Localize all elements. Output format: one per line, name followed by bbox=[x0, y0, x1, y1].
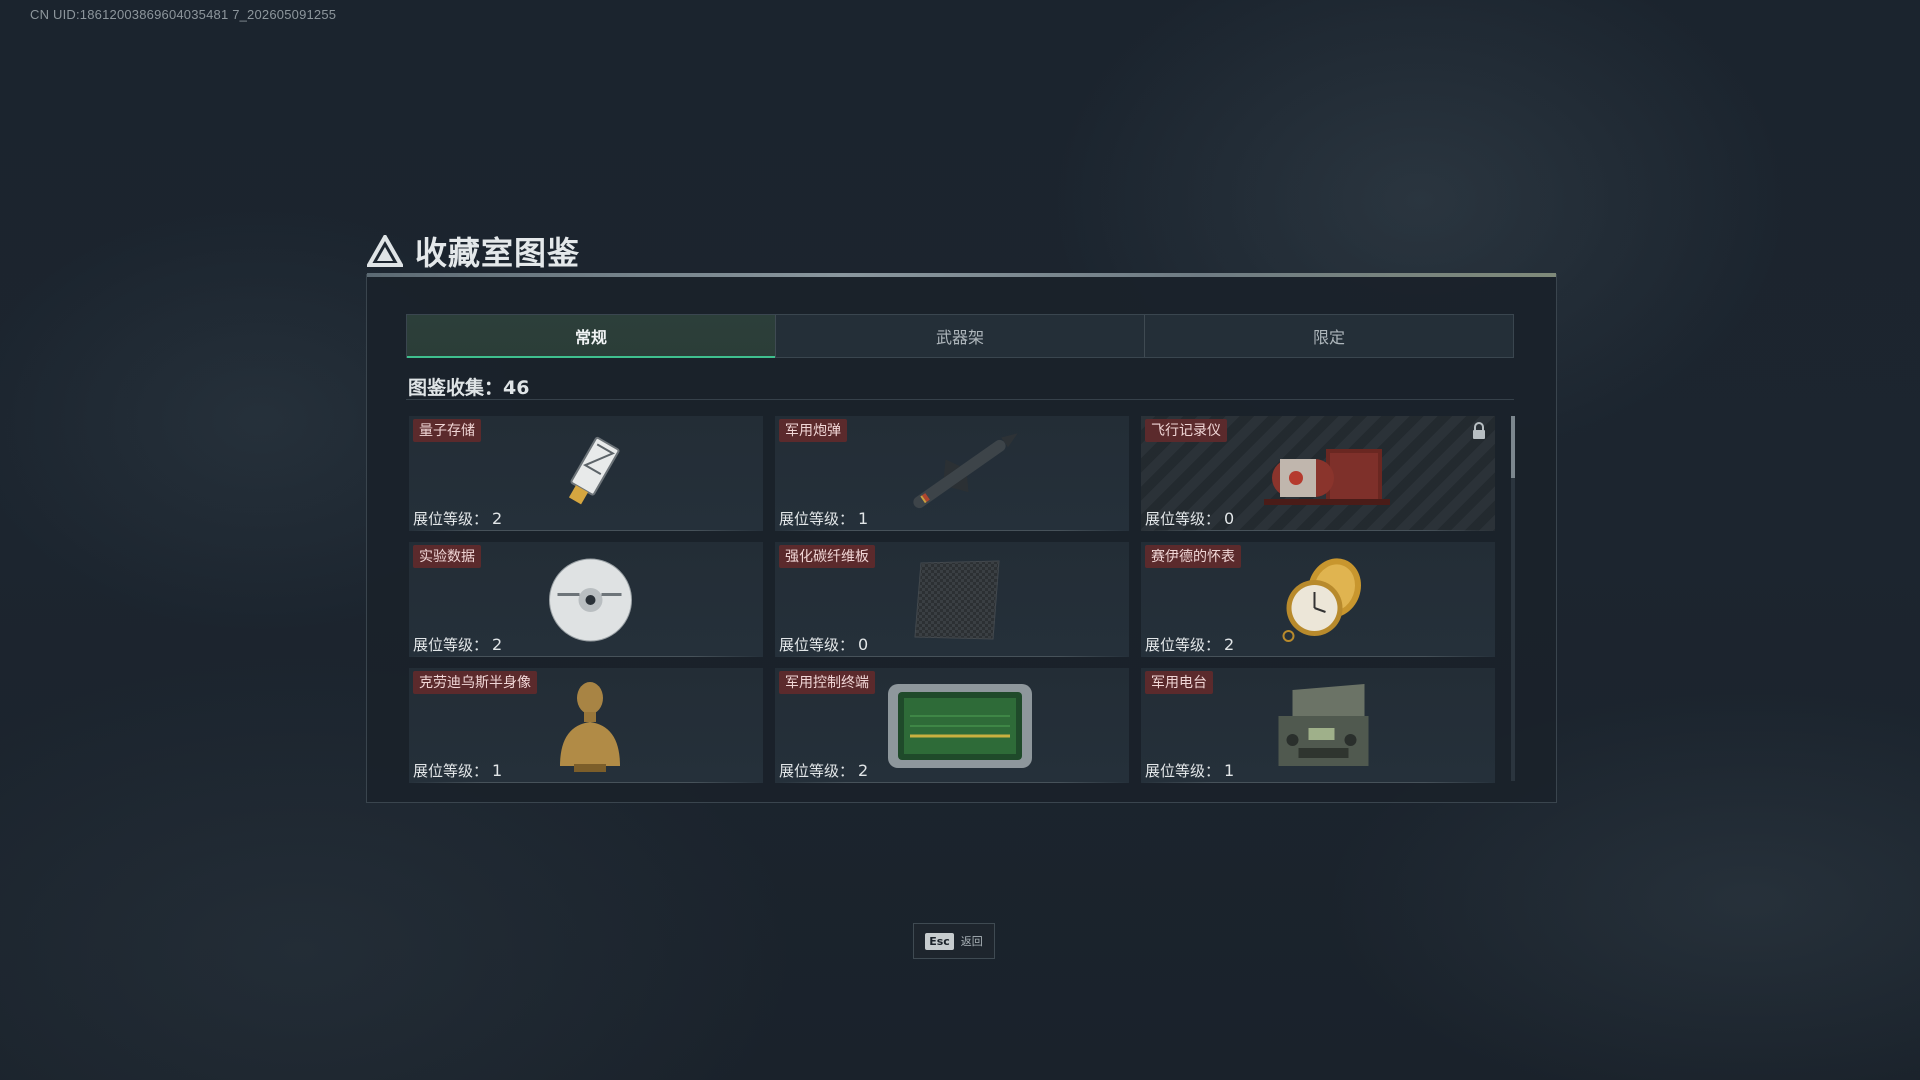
item-name: 赛伊德的怀表 bbox=[1145, 545, 1241, 568]
item-level: 展位等级： 1 bbox=[779, 508, 868, 529]
tab-limited[interactable]: 限定 bbox=[1145, 315, 1513, 357]
level-label: 展位等级： bbox=[779, 636, 855, 654]
item-level: 展位等级： 1 bbox=[413, 760, 502, 781]
level-value: 0 bbox=[858, 635, 869, 654]
page-header: 收藏室图鉴 bbox=[367, 228, 580, 274]
collection-panel: 常规 武器架 限定 图鉴收集：46 量子存储 展位等级： 2 军用炮弹 展位等级… bbox=[366, 273, 1557, 803]
item-level: 展位等级： 2 bbox=[413, 634, 502, 655]
item-name: 强化碳纤维板 bbox=[779, 545, 875, 568]
item-level: 展位等级： 0 bbox=[1145, 508, 1234, 529]
level-label: 展位等级： bbox=[1145, 762, 1221, 780]
level-label: 展位等级： bbox=[1145, 510, 1221, 528]
item-grid: 量子存储 展位等级： 2 军用炮弹 展位等级： 1 飞行记录仪 展位等级： 0 … bbox=[409, 416, 1505, 783]
level-value: 2 bbox=[492, 635, 503, 654]
item-level: 展位等级： 2 bbox=[413, 508, 502, 529]
level-label: 展位等级： bbox=[413, 636, 489, 654]
level-label: 展位等级： bbox=[1145, 636, 1221, 654]
page-title: 收藏室图鉴 bbox=[415, 234, 581, 272]
item-card[interactable]: 军用电台 展位等级： 1 bbox=[1141, 668, 1495, 783]
tab-bar: 常规 武器架 限定 bbox=[406, 314, 1514, 358]
uid-text: CN UID:18612003869604035481 7_2026050912… bbox=[30, 7, 337, 22]
level-value: 1 bbox=[1224, 761, 1235, 780]
item-card[interactable]: 赛伊德的怀表 展位等级： 2 bbox=[1141, 542, 1495, 657]
level-value: 0 bbox=[1224, 509, 1235, 528]
usb-drive-icon bbox=[568, 436, 620, 504]
item-level: 展位等级： 0 bbox=[779, 634, 868, 655]
scrollbar[interactable] bbox=[1511, 416, 1515, 781]
item-name: 飞行记录仪 bbox=[1145, 419, 1227, 442]
esc-key-hint: Esc bbox=[925, 932, 954, 950]
level-value: 2 bbox=[492, 509, 503, 528]
item-name: 量子存储 bbox=[413, 419, 481, 442]
item-card[interactable]: 军用控制终端 展位等级： 2 bbox=[775, 668, 1129, 783]
collection-count-label: 图鉴收集： bbox=[408, 377, 504, 399]
level-value: 2 bbox=[858, 761, 869, 780]
lock-icon bbox=[1473, 422, 1485, 439]
item-level: 展位等级： 2 bbox=[1145, 634, 1234, 655]
flight-recorder-icon bbox=[1264, 448, 1390, 505]
level-value: 1 bbox=[492, 761, 503, 780]
tab-weapon-rack[interactable]: 武器架 bbox=[776, 315, 1145, 357]
panel-top-border bbox=[367, 273, 1556, 277]
item-card[interactable]: 实验数据 展位等级： 2 bbox=[409, 542, 763, 657]
carbon-plate-icon bbox=[914, 559, 1000, 640]
item-name: 克劳迪乌斯半身像 bbox=[413, 671, 537, 694]
delta-triangle-icon bbox=[367, 235, 403, 267]
item-card[interactable]: 军用炮弹 展位等级： 1 bbox=[775, 416, 1129, 531]
level-label: 展位等级： bbox=[779, 510, 855, 528]
radio-icon bbox=[1278, 683, 1369, 766]
missile-icon bbox=[913, 432, 1018, 508]
level-value: 1 bbox=[858, 509, 869, 528]
item-card[interactable]: 飞行记录仪 展位等级： 0 bbox=[1141, 416, 1495, 531]
level-label: 展位等级： bbox=[779, 762, 855, 780]
item-level: 展位等级： 1 bbox=[1145, 760, 1234, 781]
collection-count-value: 46 bbox=[503, 377, 530, 399]
item-level: 展位等级： 2 bbox=[779, 760, 868, 781]
back-button[interactable]: Esc 返回 bbox=[913, 923, 995, 959]
back-label: 返回 bbox=[960, 935, 983, 948]
divider bbox=[406, 399, 1514, 400]
level-label: 展位等级： bbox=[413, 510, 489, 528]
level-label: 展位等级： bbox=[413, 762, 489, 780]
item-name: 军用炮弹 bbox=[779, 419, 847, 442]
scrollbar-thumb[interactable] bbox=[1511, 416, 1515, 478]
item-card[interactable]: 量子存储 展位等级： 2 bbox=[409, 416, 763, 531]
tab-regular[interactable]: 常规 bbox=[407, 315, 776, 358]
disc-icon bbox=[549, 558, 632, 641]
bust-statue-icon bbox=[560, 681, 620, 772]
control-terminal-icon bbox=[888, 683, 1032, 768]
item-card[interactable]: 克劳迪乌斯半身像 展位等级： 1 bbox=[409, 668, 763, 783]
level-value: 2 bbox=[1224, 635, 1235, 654]
item-card[interactable]: 强化碳纤维板 展位等级： 0 bbox=[775, 542, 1129, 657]
pocket-watch-icon bbox=[1282, 557, 1361, 642]
item-name: 军用控制终端 bbox=[779, 671, 875, 694]
item-name: 实验数据 bbox=[413, 545, 481, 568]
item-name: 军用电台 bbox=[1145, 671, 1213, 694]
collection-count: 图鉴收集：46 bbox=[408, 373, 529, 400]
